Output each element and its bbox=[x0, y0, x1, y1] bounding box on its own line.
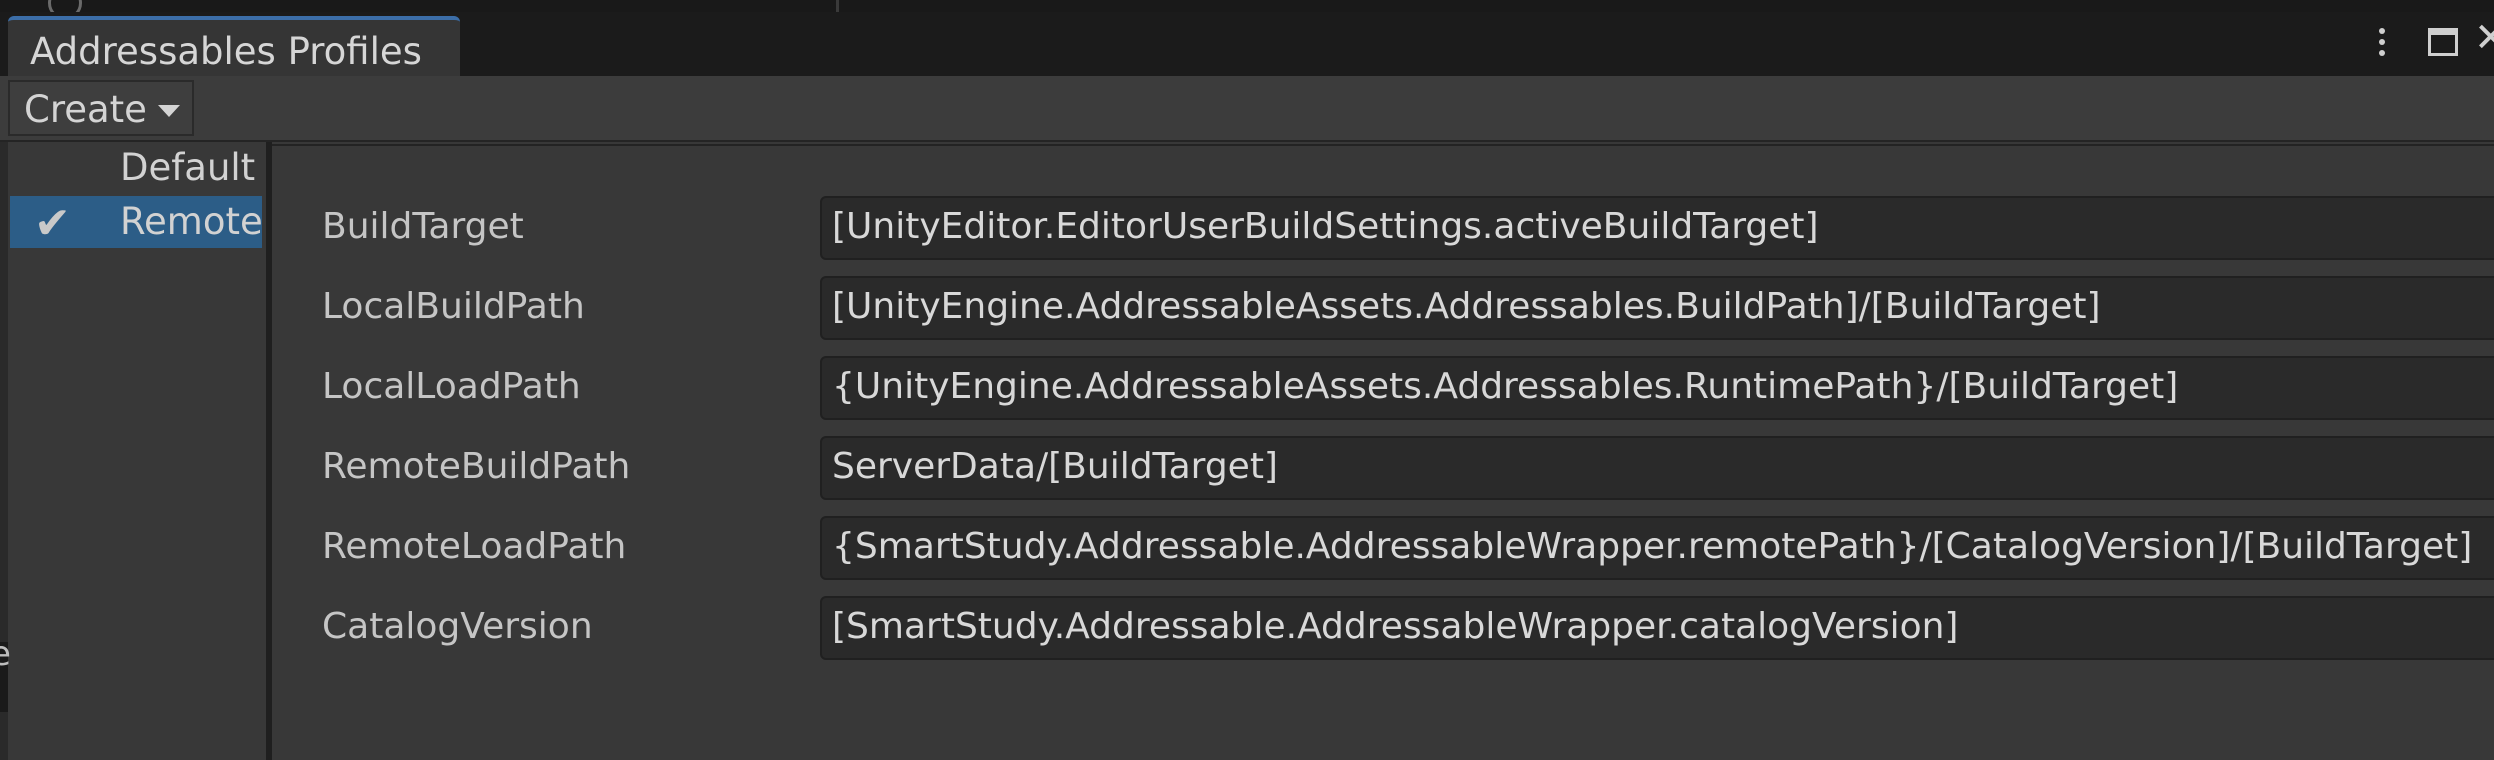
tab-bar: Addressables Profiles ✕ bbox=[0, 12, 2494, 76]
toolbar: Create bbox=[0, 76, 2494, 142]
create-label: Create bbox=[24, 88, 147, 131]
variable-value-field[interactable]: {UnityEngine.AddressableAssets.Addressab… bbox=[820, 356, 2494, 420]
variable-name: LocalBuildPath bbox=[322, 286, 585, 327]
checkmark-icon: ✔ bbox=[34, 198, 71, 249]
variable-value-field[interactable]: [SmartStudy.Addressable.AddressableWrapp… bbox=[820, 596, 2494, 660]
variable-row: LocalLoadPath {UnityEngine.AddressableAs… bbox=[272, 356, 2494, 422]
variable-name: BuildTarget bbox=[322, 206, 524, 247]
maximize-icon[interactable] bbox=[2428, 28, 2458, 56]
more-options-icon[interactable] bbox=[2376, 24, 2388, 64]
variable-row: LocalBuildPath [UnityEngine.AddressableA… bbox=[272, 276, 2494, 342]
profile-variables-panel: BuildTarget [UnityEditor.EditorUserBuild… bbox=[272, 144, 2494, 760]
variable-value: [UnityEngine.AddressableAssets.Addressab… bbox=[832, 286, 2101, 327]
variable-value: [SmartStudy.Addressable.AddressableWrapp… bbox=[832, 606, 1959, 647]
profile-label: Remote bbox=[120, 200, 263, 243]
variable-value-field[interactable]: [UnityEngine.AddressableAssets.Addressab… bbox=[820, 276, 2494, 340]
profile-label: Default bbox=[120, 146, 256, 189]
variable-name: LocalLoadPath bbox=[322, 366, 581, 407]
profile-list: Default ✔ Remote bbox=[10, 142, 263, 760]
variable-value-field[interactable]: ServerData/[BuildTarget] bbox=[820, 436, 2494, 500]
variable-row: CatalogVersion [SmartStudy.Addressable.A… bbox=[272, 596, 2494, 662]
variable-name: CatalogVersion bbox=[322, 606, 593, 647]
variable-value-field[interactable]: [UnityEditor.EditorUserBuildSettings.act… bbox=[820, 196, 2494, 260]
variable-row: RemoteBuildPath ServerData/[BuildTarget] bbox=[272, 436, 2494, 502]
profiles-window: Create e Default ✔ Remote BuildTarget [U… bbox=[0, 76, 2494, 760]
variable-value: {UnityEngine.AddressableAssets.Addressab… bbox=[832, 366, 2179, 407]
panel-divider bbox=[836, 0, 839, 12]
tab-addressables-profiles[interactable]: Addressables Profiles bbox=[8, 16, 460, 76]
variable-name: RemoteBuildPath bbox=[322, 446, 631, 487]
variable-row: RemoteLoadPath {SmartStudy.Addressable.A… bbox=[272, 516, 2494, 582]
variable-row: BuildTarget [UnityEditor.EditorUserBuild… bbox=[272, 196, 2494, 262]
profile-item-default[interactable]: Default bbox=[10, 142, 262, 194]
tab-title: Addressables Profiles bbox=[30, 30, 422, 73]
create-dropdown-button[interactable]: Create bbox=[8, 80, 194, 136]
variable-value: {SmartStudy.Addressable.AddressableWrapp… bbox=[832, 526, 2473, 567]
unity-editor-window: Addressables Profiles ✕ Create e Default… bbox=[0, 0, 2494, 760]
profile-item-remote[interactable]: ✔ Remote bbox=[10, 196, 263, 249]
chevron-down-icon bbox=[158, 105, 180, 117]
variable-value-field[interactable]: {SmartStudy.Addressable.AddressableWrapp… bbox=[820, 516, 2494, 580]
close-icon[interactable]: ✕ bbox=[2474, 18, 2494, 58]
top-strip bbox=[0, 0, 2494, 20]
variable-value: [UnityEditor.EditorUserBuildSettings.act… bbox=[832, 206, 1819, 247]
variable-value: ServerData/[BuildTarget] bbox=[832, 446, 1278, 487]
variable-name: RemoteLoadPath bbox=[322, 526, 627, 567]
